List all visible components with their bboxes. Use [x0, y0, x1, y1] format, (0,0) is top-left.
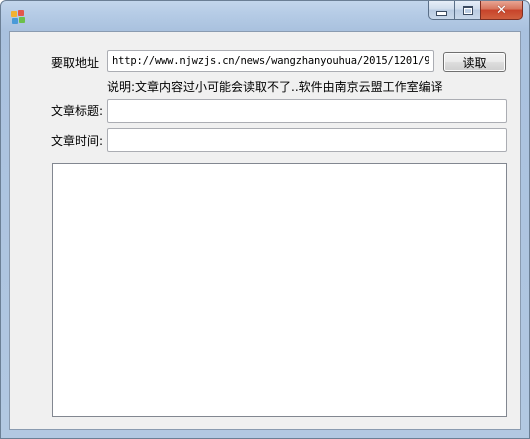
minimize-icon — [436, 10, 447, 16]
title-label: 文章标题: — [51, 104, 104, 118]
note-text: 说明:文章内容过小可能会读取不了..软件由南京云盟工作室编译 — [107, 80, 443, 94]
content-textarea[interactable] — [52, 163, 507, 417]
time-label: 文章时间: — [51, 134, 104, 148]
read-button[interactable]: 读取 — [443, 52, 506, 72]
maximize-button[interactable] — [454, 1, 480, 20]
close-icon: ✕ — [496, 2, 507, 18]
minimize-button[interactable] — [428, 1, 454, 20]
client-area: 要取地址 读取 说明:文章内容过小可能会读取不了..软件由南京云盟工作室编译 文… — [9, 31, 521, 430]
maximize-icon — [462, 5, 473, 15]
url-label: 要取地址 — [51, 56, 100, 70]
title-input[interactable] — [107, 99, 507, 123]
url-input[interactable] — [107, 50, 434, 72]
app-icon — [11, 10, 25, 24]
window-controls: ✕ — [428, 1, 523, 21]
time-input[interactable] — [107, 128, 507, 152]
app-window: ✕ 要取地址 读取 说明:文章内容过小可能会读取不了..软件由南京云盟工作室编译… — [0, 0, 530, 439]
close-button[interactable]: ✕ — [480, 1, 523, 20]
title-bar[interactable]: ✕ — [1, 1, 529, 31]
